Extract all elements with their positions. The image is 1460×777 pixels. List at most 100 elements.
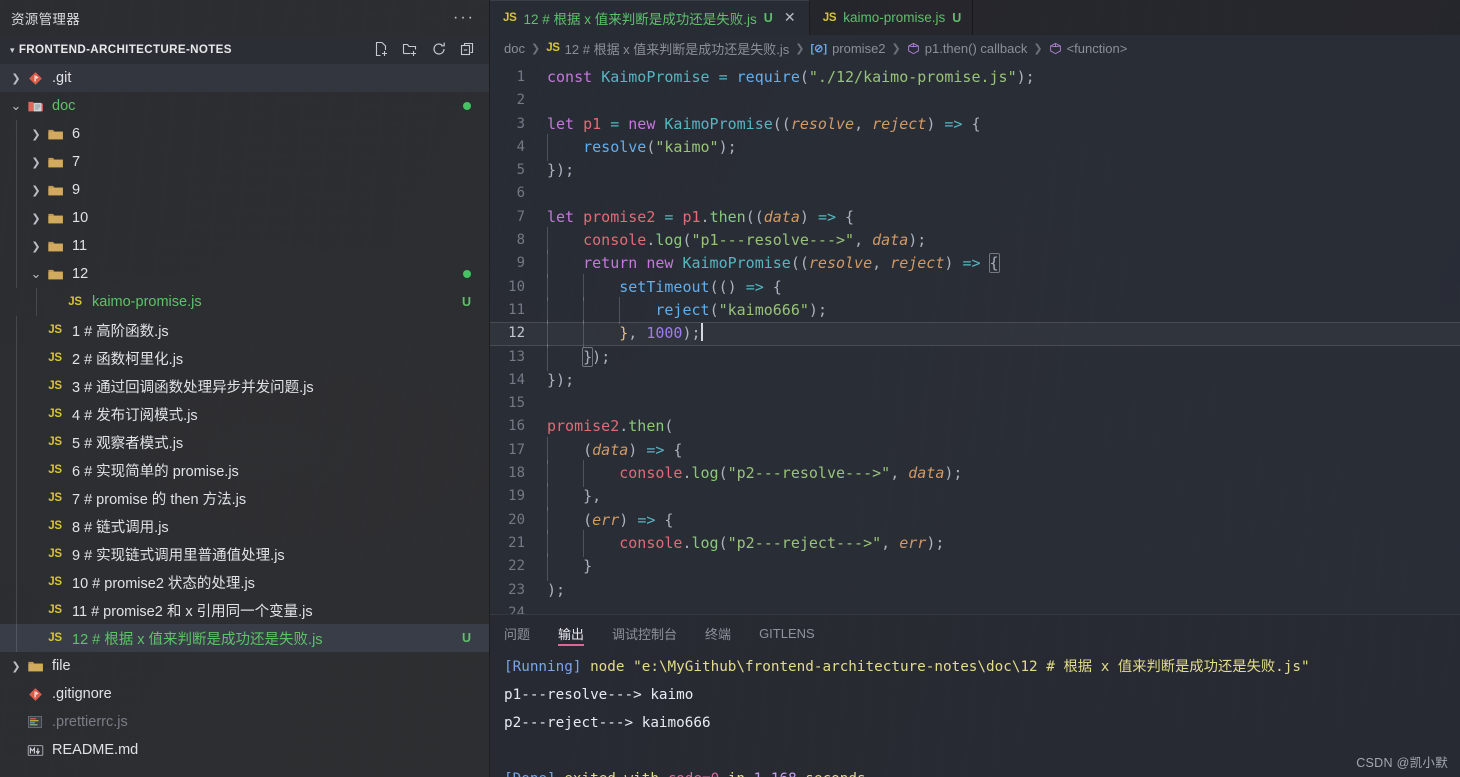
workspace-section-header[interactable]: ▾ FRONTEND-ARCHITECTURE-NOTES <box>0 35 489 63</box>
tree-folder-row[interactable]: ❯ 9 <box>0 176 489 204</box>
code-line[interactable]: 1 const KaimoPromise = require("./12/kaim… <box>490 66 1460 89</box>
output-line: [Done] exited with code=0 in 1.168 secon… <box>504 765 1460 777</box>
panel-tab[interactable]: 输出 <box>544 615 598 651</box>
line-number: 5 <box>516 162 525 179</box>
code-line[interactable]: 22 } <box>490 553 1460 581</box>
tree-folder-row[interactable]: ⌄ doc <box>0 92 489 120</box>
code-line[interactable]: 7 let promise2 = p1.then((data) => { <box>490 206 1460 229</box>
code-line[interactable]: 8 console.log("p1---resolve--->", data); <box>490 227 1460 255</box>
breadcrumb-item[interactable]: <function> <box>1049 41 1127 56</box>
code-line[interactable]: 23); <box>490 579 1460 602</box>
markdown-file-icon <box>24 742 46 759</box>
tree-file-row[interactable]: JS 3 # 通过回调函数处理异步并发问题.js <box>0 372 489 400</box>
code-line[interactable]: 5}); <box>490 159 1460 182</box>
breadcrumb[interactable]: doc ❯ JS 12 # 根据 x 值来判断是成功还是失败.js ❯ [⊘] promis… <box>490 35 1460 61</box>
code-line[interactable]: 3 let p1 = new KaimoPromise((resolve, rej… <box>490 113 1460 136</box>
code-token: { <box>664 440 683 459</box>
code-line[interactable]: 20 (err) => { <box>490 506 1460 535</box>
tree-file-row[interactable]: README.md <box>0 736 489 764</box>
output-console[interactable]: [Running] node "e:\MyGithub\frontend-arc… <box>490 651 1460 777</box>
code-token: ) <box>547 580 557 599</box>
panel-tab[interactable]: 问题 <box>504 615 544 651</box>
tree-file-row[interactable]: JS 5 # 观察者模式.js <box>0 428 489 456</box>
panel-tab[interactable]: 终端 <box>691 615 745 651</box>
breadcrumb-item[interactable]: doc <box>504 41 525 56</box>
panel-tab[interactable]: GITLENS <box>745 615 829 651</box>
code-token: resolve <box>583 137 647 156</box>
panel-tab-bar[interactable]: 问题 输出 调试控制台 终端 GITLENS <box>490 615 1460 651</box>
tree-file-row[interactable]: JS 12 # 根据 x 值来判断是成功还是失败.js U <box>0 624 489 652</box>
collapse-all-icon[interactable] <box>460 41 476 57</box>
chevron-right-icon[interactable]: ❯ <box>28 156 44 169</box>
breadcrumb-item[interactable]: [⊘] promise2 <box>811 41 886 56</box>
tree-item-label: 6 <box>72 126 81 142</box>
file-tree[interactable]: ❯ .git ⌄ doc ❯ 6 ❯ 7 ❯ 9 ❯ 10 ❯ 11 ⌄ 12 JS kaimo-promise.… <box>0 63 489 777</box>
chevron-right-icon[interactable]: ❯ <box>28 212 44 225</box>
code-line[interactable]: 10 setTimeout(() => { <box>490 273 1460 302</box>
tree-folder-row[interactable]: ❯ file <box>0 652 489 680</box>
tree-file-row[interactable]: JS kaimo-promise.js U <box>0 288 489 316</box>
chevron-right-icon[interactable]: ❯ <box>8 660 24 673</box>
code-line[interactable]: 18 console.log("p2---resolve--->", data)… <box>490 460 1460 488</box>
code-line[interactable]: 17 (data) => { <box>490 436 1460 465</box>
tree-file-row[interactable]: JS 6 # 实现简单的 promise.js <box>0 456 489 484</box>
tree-folder-row[interactable]: ❯ 11 <box>0 232 489 260</box>
tree-file-row[interactable]: JS 7 # promise 的 then 方法.js <box>0 484 489 512</box>
chevron-right-icon[interactable]: ❯ <box>8 72 24 85</box>
new-file-icon[interactable] <box>373 41 389 57</box>
folder-icon <box>44 126 66 143</box>
code-line[interactable]: 24 <box>490 602 1460 614</box>
tree-folder-row[interactable]: ❯ .git <box>0 64 489 92</box>
code-line[interactable]: 9 return new KaimoPromise((resolve, reje… <box>490 250 1460 278</box>
tree-folder-row[interactable]: ❯ 10 <box>0 204 489 232</box>
breadcrumb-item[interactable]: p1.then() callback <box>907 41 1027 56</box>
breadcrumb-item[interactable]: JS 12 # 根据 x 值来判断是成功还是失败.js <box>546 39 789 58</box>
code-token: let <box>547 207 575 226</box>
code-token: ( <box>664 417 674 436</box>
refresh-icon[interactable] <box>431 41 447 57</box>
tree-file-row[interactable]: JS 1 # 高阶函数.js <box>0 316 489 344</box>
tree-folder-row[interactable]: ❯ 6 <box>0 120 489 148</box>
editor-tab[interactable]: JS kaimo-promise.js U <box>810 0 974 35</box>
code-line[interactable]: 16 promise2.then( <box>490 415 1460 438</box>
code-line[interactable]: 15 <box>490 392 1460 415</box>
editor-tab-bar[interactable]: JS 12 # 根据 x 值来判断是成功还是失败.js U ✕ JS kaimo-prom… <box>490 0 1460 35</box>
tree-file-row[interactable]: .prettierrc.js <box>0 708 489 736</box>
close-icon[interactable]: ✕ <box>782 9 798 26</box>
chevron-down-icon[interactable]: ⌄ <box>8 98 24 114</box>
code-line[interactable]: 14}); <box>490 369 1460 392</box>
code-token: log <box>655 231 683 250</box>
tree-file-row[interactable]: JS 2 # 函数柯里化.js <box>0 344 489 372</box>
line-number: 17 <box>508 441 525 458</box>
tree-folder-row[interactable]: ❯ 7 <box>0 148 489 176</box>
code-line[interactable]: 2 <box>490 89 1460 112</box>
code-editor[interactable]: 1 const KaimoPromise = require("./12/kaim… <box>490 61 1460 614</box>
tree-file-row[interactable]: JS 10 # promise2 状态的处理.js <box>0 568 489 596</box>
editor-tab[interactable]: JS 12 # 根据 x 值来判断是成功还是失败.js U ✕ <box>490 0 810 35</box>
code-line[interactable]: 11 reject("kaimo666"); <box>490 296 1460 325</box>
tree-file-row[interactable]: JS 8 # 链式调用.js <box>0 512 489 540</box>
code-line[interactable]: 21 console.log("p2---reject--->", err); <box>490 529 1460 558</box>
panel-tab[interactable]: 调试控制台 <box>598 615 691 651</box>
code-line[interactable]: 4 resolve("kaimo"); <box>490 133 1460 162</box>
code-line[interactable]: 6 <box>490 182 1460 205</box>
tree-file-row[interactable]: JS 11 # promise2 和 x 引用同一个变量.js <box>0 596 489 624</box>
chevron-down-icon[interactable]: ⌄ <box>28 266 44 282</box>
new-folder-icon[interactable] <box>402 41 418 57</box>
code-line[interactable]: 12 }, 1000); <box>490 320 1460 348</box>
tree-file-row[interactable]: JS 4 # 发布订阅模式.js <box>0 400 489 428</box>
output-token: code=0 <box>668 771 720 777</box>
chevron-right-icon[interactable]: ❯ <box>28 128 44 141</box>
tree-file-row[interactable]: .gitignore <box>0 680 489 708</box>
chevron-right-icon[interactable]: ❯ <box>28 184 44 197</box>
chevron-right-icon[interactable]: ❯ <box>28 240 44 253</box>
function-symbol-icon <box>1049 42 1062 55</box>
code-line[interactable]: 13 }); <box>490 343 1460 372</box>
code-line[interactable]: 19 }, <box>490 483 1460 511</box>
tree-indent-guide <box>16 148 17 176</box>
explorer-overflow-menu-icon[interactable]: ··· <box>453 9 475 25</box>
code-token: return <box>583 254 638 273</box>
tree-file-row[interactable]: JS 9 # 实现链式调用里普通值处理.js <box>0 540 489 568</box>
tree-folder-row[interactable]: ⌄ 12 <box>0 260 489 288</box>
